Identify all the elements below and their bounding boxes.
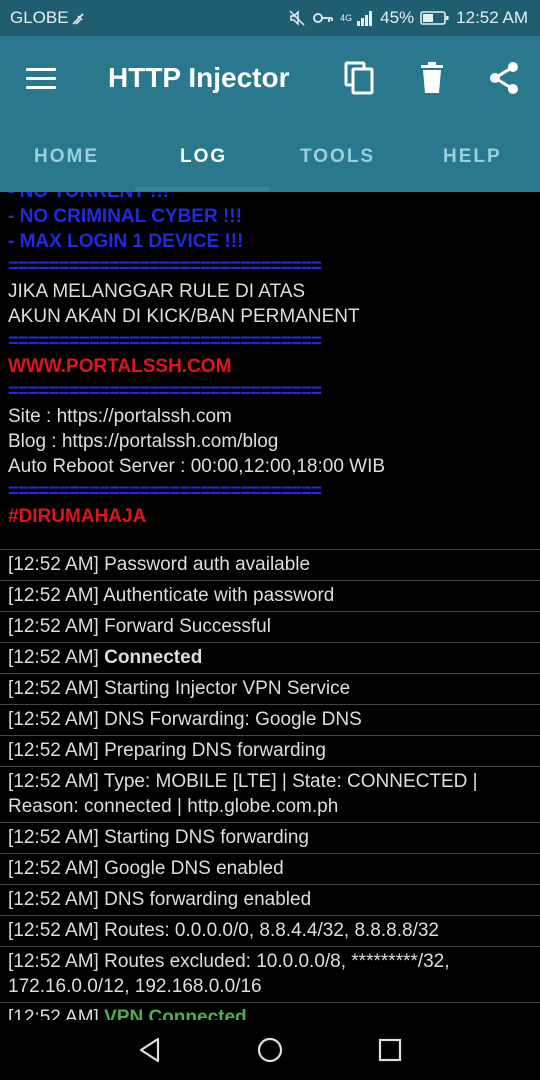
banner-site: Site : https://portalssh.com [8,406,232,427]
banner-separator: =============================== [8,331,322,352]
tab-home[interactable]: HOME [34,146,99,168]
app-bar: HTTP Injector [0,36,540,122]
copy-icon[interactable] [342,60,378,96]
log-entry: [12:52 AM] Routes: 0.0.0.0/0, 8.8.4.4/32… [0,916,540,947]
log-entry: [12:52 AM] Starting DNS forwarding [0,823,540,854]
banner-warning-2: AKUN AKAN DI KICK/BAN PERMANENT [8,306,360,327]
vpn-connected-label: VPN Connected [104,1007,247,1020]
log-entry: [12:52 AM] Connected [0,643,540,674]
log-entry: [12:52 AM] DNS Forwarding: Google DNS [0,705,540,736]
app-title: HTTP Injector [108,62,290,93]
share-icon[interactable] [486,60,522,96]
signal-icon [357,11,373,26]
banner-site-name: WWW.PORTALSSH.COM [8,356,232,377]
log-entry: [12:52 AM] Type: MOBILE [LTE] | State: C… [0,767,540,823]
banner-blog: Blog : https://portalssh.com/blog [8,431,279,452]
menu-icon[interactable] [26,68,56,90]
log-entry: [12:52 AM] Preparing DNS forwarding [0,736,540,767]
banner-hashtag: #DIRUMAHAJA [8,506,147,527]
mute-icon [289,10,305,26]
carrier-label: GLOBE [10,8,69,27]
banner-separator: =============================== [8,381,322,402]
banner-warning-1: JIKA MELANGGAR RULE DI ATAS [8,281,306,302]
server-banner: - NO TORRENT !!! - NO CRIMINAL CYBER !!!… [0,192,540,529]
tab-help[interactable]: HELP [443,146,502,168]
trash-icon[interactable] [414,60,450,96]
log-entry: [12:52 AM] VPN Connected [0,1003,540,1020]
network-type: 4G [340,12,353,23]
banner-separator: =============================== [8,481,322,502]
banner-separator: =============================== [8,256,322,277]
nfc-icon [72,13,84,25]
tab-log[interactable]: LOG [180,146,227,168]
navigation-bar [0,1020,540,1080]
back-icon[interactable] [136,1036,164,1064]
banner-rule-torrent: - NO TORRENT !!! [8,192,540,204]
battery-icon [420,11,449,25]
log-entry: [12:52 AM] Forward Successful [0,612,540,643]
log-view[interactable]: - NO TORRENT !!! - NO CRIMINAL CYBER !!!… [0,192,540,1020]
clock: 12:52 AM [456,8,528,27]
tab-tools[interactable]: TOOLS [300,146,375,168]
battery-percent: 45% [380,8,415,27]
status-bar: GLOBE 4G 45% 12:52 AM [0,0,540,36]
log-entries: [12:52 AM] Password auth available [12:5… [0,549,540,1020]
banner-rule-login: - MAX LOGIN 1 DEVICE !!! [8,231,244,252]
log-entry: [12:52 AM] Google DNS enabled [0,854,540,885]
log-entry: [12:52 AM] Routes excluded: 10.0.0.0/8, … [0,947,540,1003]
log-entry: [12:52 AM] Password auth available [0,550,540,581]
log-entry: [12:52 AM] Authenticate with password [0,581,540,612]
log-entry: [12:52 AM] Starting Injector VPN Service [0,674,540,705]
home-icon[interactable] [256,1036,284,1064]
connected-label: Connected [104,647,203,668]
tab-bar: HOME LOG TOOLS HELP [0,122,540,192]
banner-reboot: Auto Reboot Server : 00:00,12:00,18:00 W… [8,456,386,477]
key-icon [313,13,334,23]
tab-indicator [135,187,270,191]
banner-rule-cyber: - NO CRIMINAL CYBER !!! [8,206,242,227]
recents-icon[interactable] [376,1036,404,1064]
log-entry: [12:52 AM] DNS forwarding enabled [0,885,540,916]
